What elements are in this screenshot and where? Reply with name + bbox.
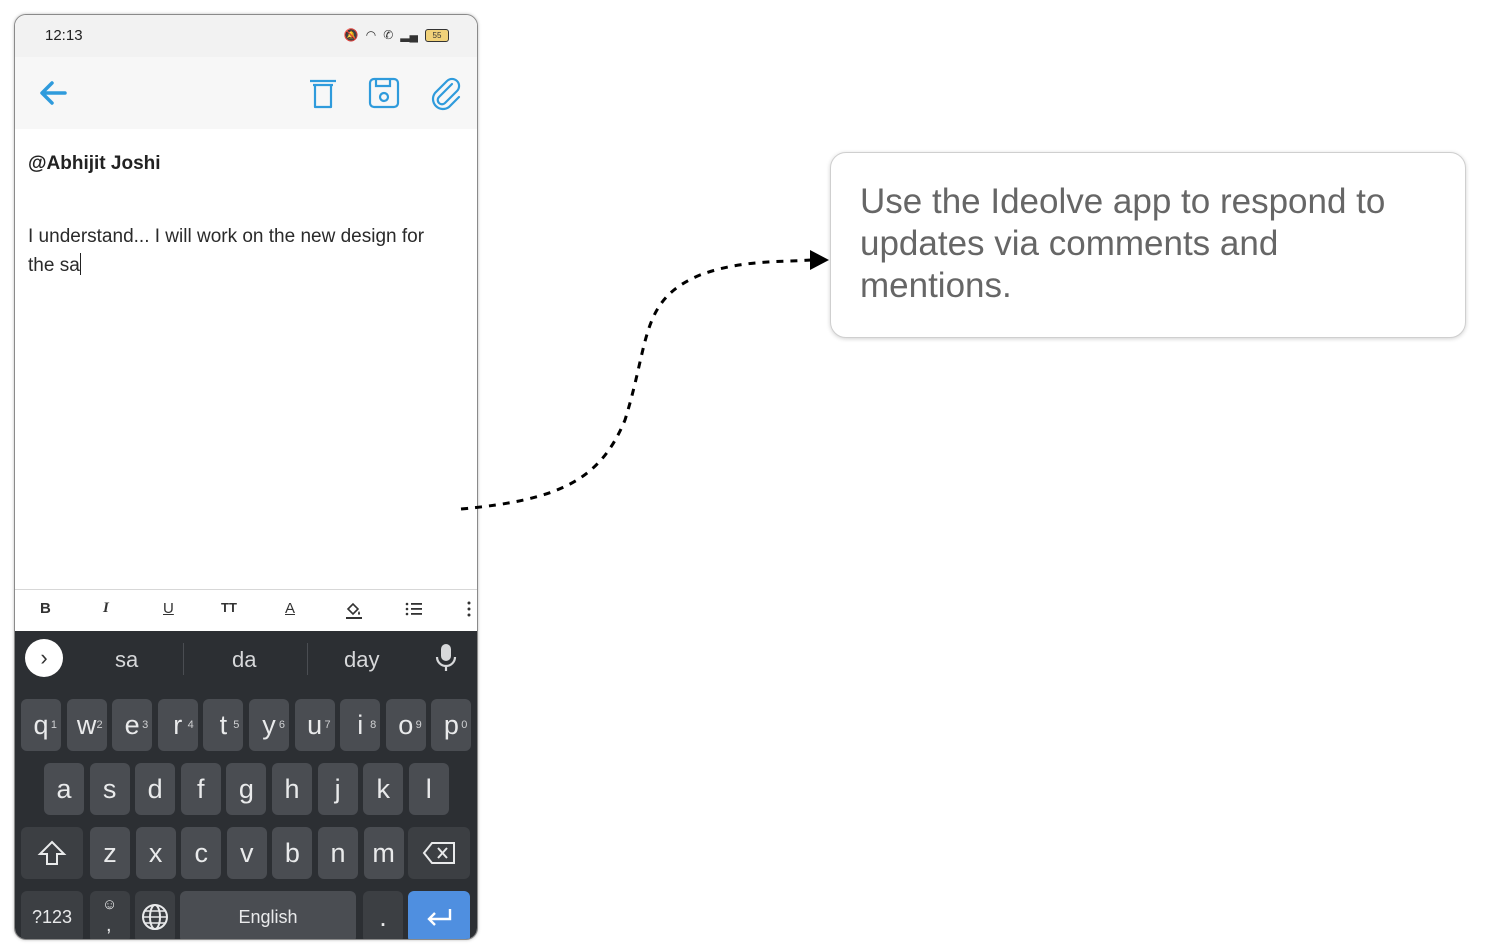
- arrow-head-icon: [810, 250, 829, 270]
- callout-text: Use the Ideolve app to respond to update…: [860, 182, 1386, 305]
- callout-box: Use the Ideolve app to respond to update…: [830, 152, 1466, 338]
- connector-arrow: [460, 250, 829, 511]
